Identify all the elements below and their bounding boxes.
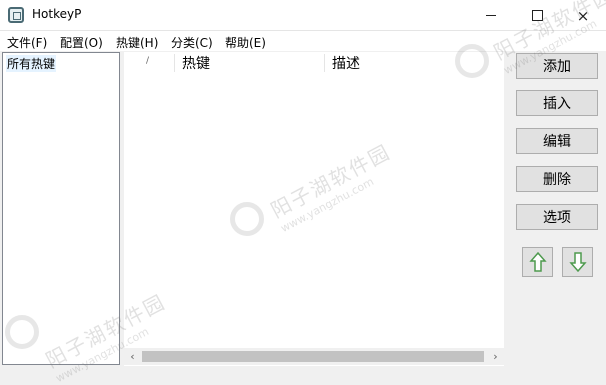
scroll-thumb[interactable] (142, 351, 484, 362)
window-title: HotkeyP (32, 7, 82, 21)
scroll-right-icon[interactable]: › (487, 348, 504, 365)
scroll-left-icon[interactable]: ‹ (124, 348, 141, 365)
tree-item-all-hotkeys[interactable]: 所有热键 (6, 55, 57, 72)
hotkey-list[interactable]: / 热键 描述 ‹ › (124, 52, 504, 366)
horizontal-scrollbar[interactable]: ‹ › (124, 348, 504, 365)
close-button[interactable]: × (560, 0, 606, 31)
maximize-button[interactable] (514, 0, 560, 31)
column-divider[interactable] (174, 54, 175, 72)
column-divider[interactable] (324, 54, 325, 72)
column-hotkey[interactable]: 热键 (182, 53, 210, 73)
menu-bar: 文件(F) 配置(O) 热键(H) 分类(C) 帮助(E) (0, 31, 606, 51)
column-description[interactable]: 描述 (332, 53, 360, 73)
menu-category[interactable]: 分类(C) (171, 34, 213, 51)
insert-button[interactable]: 插入 (516, 90, 598, 116)
menu-help[interactable]: 帮助(E) (225, 34, 266, 51)
minimize-button[interactable] (468, 0, 514, 31)
add-button[interactable]: 添加 (516, 53, 598, 79)
minimize-icon (486, 15, 496, 16)
arrow-up-icon (528, 251, 547, 272)
menu-hotkey[interactable]: 热键(H) (116, 34, 158, 51)
title-bar: HotkeyP × (0, 0, 606, 31)
edit-button[interactable]: 编辑 (516, 128, 598, 154)
move-down-button[interactable] (562, 247, 593, 277)
move-up-button[interactable] (522, 247, 553, 277)
list-header: / 热键 描述 (124, 52, 504, 74)
options-button[interactable]: 选项 (516, 204, 598, 230)
menu-config[interactable]: 配置(O) (60, 34, 103, 51)
menu-file[interactable]: 文件(F) (7, 34, 47, 51)
arrow-down-icon (568, 252, 587, 273)
delete-button[interactable]: 删除 (516, 166, 598, 192)
maximize-icon (531, 10, 543, 21)
column-sort[interactable]: / (146, 56, 149, 66)
app-icon (8, 7, 24, 23)
category-tree[interactable]: 所有热键 (2, 52, 120, 365)
